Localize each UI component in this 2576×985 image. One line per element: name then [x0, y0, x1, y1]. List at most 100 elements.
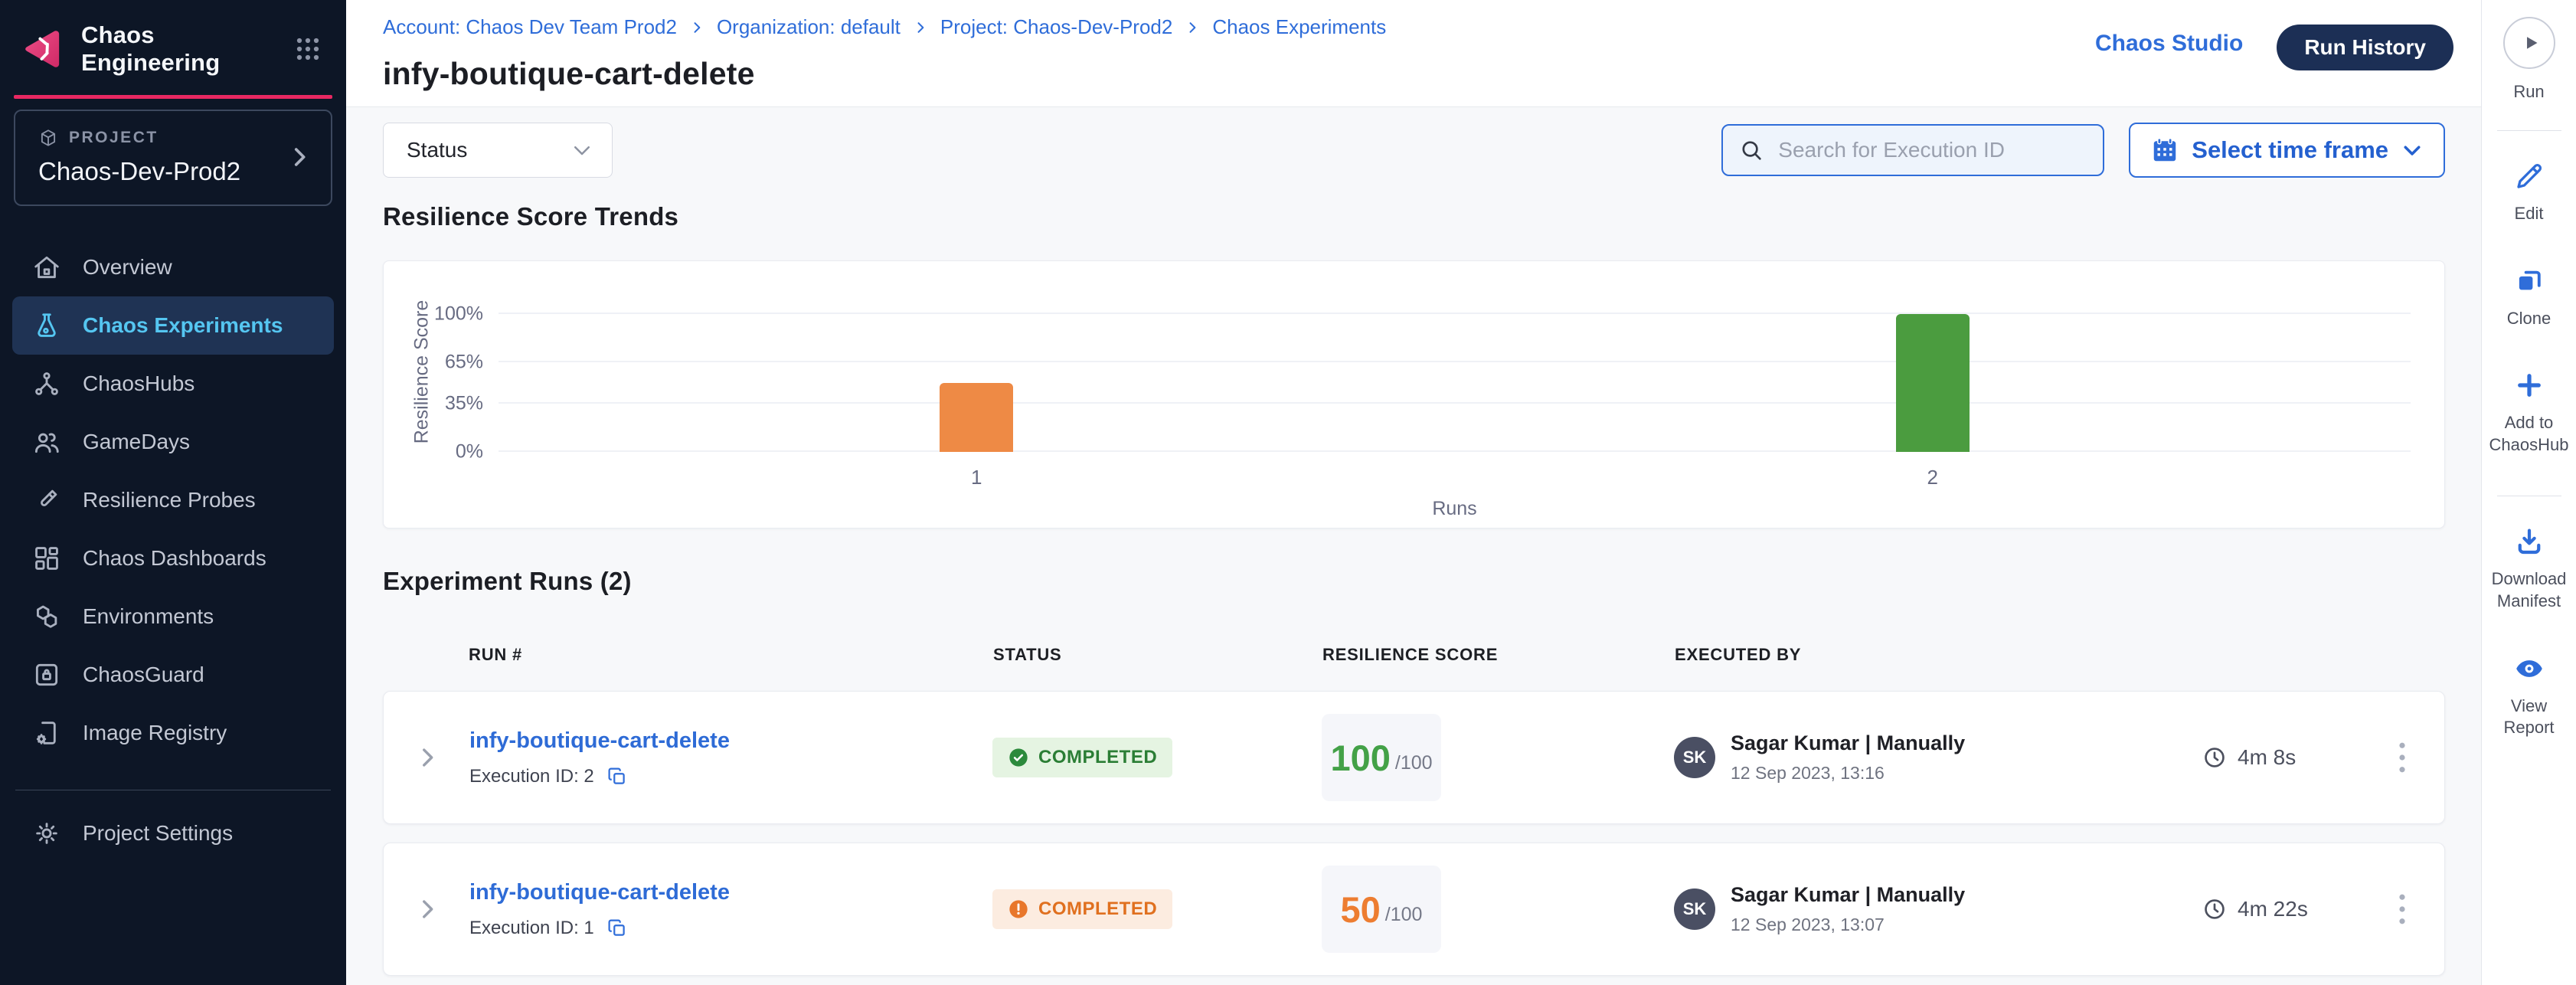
time-frame-label: Select time frame [2192, 136, 2388, 164]
page-title: infy-boutique-cart-delete [383, 56, 2095, 92]
rail-top: Run [2481, 0, 2576, 107]
project-name: Chaos-Dev-Prod2 [38, 157, 286, 186]
chevron-down-icon [2401, 139, 2424, 162]
avatar: SK [1674, 888, 1715, 930]
rail-action-label: View Report [2485, 695, 2574, 739]
status-cell: COMPLETED [992, 889, 1322, 929]
execution-id: Execution ID: 1 [469, 918, 594, 939]
status-badge-success: COMPLETED [992, 738, 1172, 777]
download-manifest-action[interactable]: Download Manifest [2485, 525, 2574, 612]
play-icon [2518, 30, 2544, 56]
clone-action[interactable]: Clone [2485, 265, 2574, 330]
chaos-engineering-logo-icon [20, 25, 67, 73]
duration-cell: 4m 22s [2202, 897, 2371, 921]
breadcrumb-organization[interactable]: Organization: default [717, 15, 901, 39]
project-label: PROJECT [69, 129, 159, 147]
lock-square-icon [32, 660, 61, 689]
y-tick-label: 100% [434, 303, 483, 326]
sidebar-nav: Overview Chaos Experiments ChaosHubs [0, 238, 346, 762]
sidebar-item-project-settings[interactable]: Project Settings [0, 804, 346, 862]
sidebar-item-chaos-experiments[interactable]: Chaos Experiments [12, 296, 334, 355]
sidebar-item-chaoshubs[interactable]: ChaosHubs [0, 355, 346, 413]
app-root: Chaos Engineering PROJECT Chaos-Dev-Prod… [0, 0, 2576, 985]
sidebar-item-gamedays[interactable]: GameDays [0, 413, 346, 471]
column-status: STATUS [993, 645, 1322, 665]
executed-by-cell: SK Sagar Kumar | Manually 12 Sep 2023, 1… [1674, 883, 2202, 935]
add-to-chaoshub-action[interactable]: Add to ChaosHub [2485, 369, 2574, 456]
rail-divider [2497, 130, 2561, 131]
chevron-right-icon [689, 20, 704, 35]
duration-value: 4m 22s [2238, 897, 2308, 921]
bar-run-1[interactable] [940, 383, 1013, 452]
copy-icon[interactable] [606, 766, 628, 787]
status-filter-dropdown[interactable]: Status [383, 123, 613, 178]
row-menu-kebab-icon[interactable] [2391, 888, 2414, 930]
search-input[interactable] [1778, 138, 2087, 162]
page-header: Account: Chaos Dev Team Prod2 Organizati… [346, 0, 2481, 107]
score-cell: 50 /100 [1322, 866, 1674, 953]
expand-chevron-icon[interactable] [414, 744, 440, 771]
run-row-execution-2: infy-boutique-cart-delete Execution ID: … [383, 691, 2445, 824]
clock-icon [2202, 745, 2227, 770]
sidebar-item-label: Chaos Dashboards [83, 546, 266, 571]
sidebar-item-label: Overview [83, 255, 172, 280]
sidebar-item-image-registry[interactable]: Image Registry [0, 704, 346, 762]
expand-chevron-icon[interactable] [414, 896, 440, 922]
avatar: SK [1674, 737, 1715, 778]
y-tick-label: 0% [456, 441, 483, 463]
executed-at: 12 Sep 2023, 13:07 [1731, 915, 1965, 935]
run-name-cell: infy-boutique-cart-delete Execution ID: … [469, 728, 992, 787]
rail-action-label: Add to ChaosHub [2485, 412, 2574, 456]
duration-cell: 4m 8s [2202, 745, 2371, 770]
run-history-button[interactable]: Run History [2277, 25, 2453, 70]
x-tick-label: 1 [971, 466, 982, 489]
run-name-link[interactable]: infy-boutique-cart-delete [469, 880, 992, 905]
edit-action[interactable]: Edit [2485, 160, 2574, 225]
column-executed-by: EXECUTED BY [1675, 645, 2203, 665]
executed-by-cell: SK Sagar Kumar | Manually 12 Sep 2023, 1… [1674, 731, 2202, 784]
row-menu-kebab-icon[interactable] [2391, 737, 2414, 778]
status-cell: COMPLETED [992, 738, 1322, 777]
sidebar-item-chaos-dashboards[interactable]: Chaos Dashboards [0, 529, 346, 587]
hub-network-icon [32, 369, 61, 398]
cube-icon [38, 128, 58, 148]
breadcrumb-account[interactable]: Account: Chaos Dev Team Prod2 [383, 15, 677, 39]
rail-action-label: Edit [2485, 203, 2574, 225]
right-action-rail: Edit Clone Add to ChaosHub [2481, 107, 2576, 985]
sidebar-item-overview[interactable]: Overview [0, 238, 346, 296]
resilience-score-value: 100 [1330, 737, 1390, 779]
sidebar-item-label: GameDays [83, 430, 190, 454]
select-time-frame-button[interactable]: Select time frame [2129, 123, 2445, 178]
breadcrumb-project[interactable]: Project: Chaos-Dev-Prod2 [940, 15, 1172, 39]
chart-x-axis-label: Runs [1432, 498, 1476, 520]
score-cell: 100 /100 [1322, 714, 1674, 801]
run-button[interactable] [2503, 17, 2555, 69]
main-content: Status [346, 107, 2481, 985]
sidebar-item-chaosguard[interactable]: ChaosGuard [0, 646, 346, 704]
run-row-execution-1: infy-boutique-cart-delete Execution ID: … [383, 843, 2445, 976]
sidebar-item-environments[interactable]: Environments [0, 587, 346, 646]
breadcrumb: Account: Chaos Dev Team Prod2 Organizati… [383, 15, 2095, 39]
home-icon [32, 253, 61, 282]
chaos-studio-link[interactable]: Chaos Studio [2095, 25, 2243, 57]
runs-table-header: RUN # STATUS RESILIENCE SCORE EXECUTED B… [383, 637, 2445, 672]
gridline [499, 402, 2411, 404]
product-name: Chaos Engineering [81, 21, 291, 77]
flask-icon [32, 311, 61, 340]
clock-icon [2202, 897, 2227, 921]
breadcrumb-chaos-experiments[interactable]: Chaos Experiments [1212, 15, 1386, 39]
resilience-trends-title: Resilience Score Trends [383, 202, 2445, 231]
sidebar-item-label: ChaosHubs [83, 371, 195, 396]
sidebar-item-resilience-probes[interactable]: Resilience Probes [0, 471, 346, 529]
x-tick-label: 2 [1927, 466, 1938, 489]
run-name-link[interactable]: infy-boutique-cart-delete [469, 728, 992, 754]
bar-run-2[interactable] [1896, 314, 1970, 452]
gridline [499, 450, 2411, 452]
apps-grid-icon[interactable] [291, 32, 325, 66]
eye-icon [2513, 653, 2545, 685]
executed-by-name: Sagar Kumar | Manually [1731, 731, 1965, 755]
chevron-right-icon [286, 144, 312, 170]
project-selector[interactable]: PROJECT Chaos-Dev-Prod2 [14, 110, 332, 206]
view-report-action[interactable]: View Report [2485, 653, 2574, 739]
copy-icon[interactable] [606, 918, 628, 939]
